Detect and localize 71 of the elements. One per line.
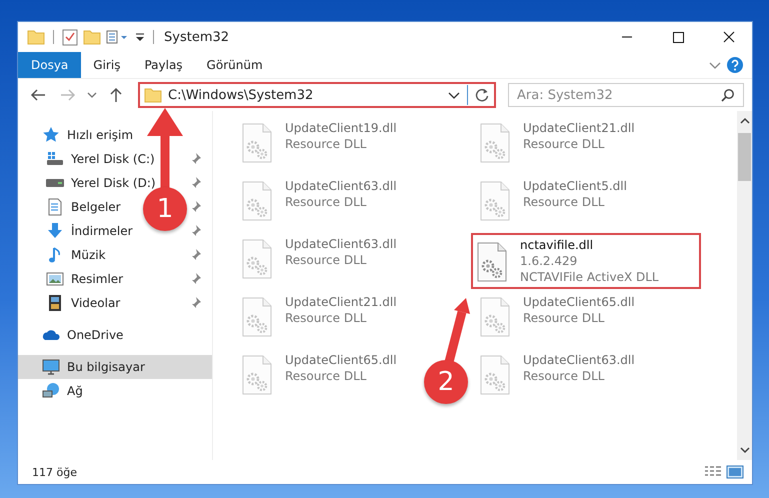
file-description: Resource DLL	[285, 253, 368, 267]
document-icon	[46, 198, 64, 216]
file-name[interactable]: UpdateClient5.dll	[523, 179, 627, 193]
file-description: Resource DLL	[285, 137, 368, 151]
video-icon	[46, 294, 64, 312]
search-icon[interactable]	[721, 88, 735, 102]
file-item[interactable]: UpdateClient63.dll Resource DLL	[235, 175, 403, 233]
file-description: Resource DLL	[285, 195, 368, 209]
sidebar-item[interactable]: Bu bilgisayar	[18, 355, 212, 379]
help-icon[interactable]	[726, 56, 744, 74]
scrollbar-thumb[interactable]	[738, 133, 751, 181]
file-description: Resource DLL	[285, 311, 368, 325]
sidebar-item[interactable]: Yerel Disk (C:)	[71, 152, 155, 166]
file-name[interactable]: UpdateClient65.dll	[285, 353, 397, 367]
file-name[interactable]: UpdateClient19.dll	[285, 121, 397, 135]
file-version: 1.6.2.429	[520, 254, 578, 268]
file-item[interactable]: UpdateClient63.dll Resource DLL	[235, 233, 403, 291]
sidebar-item[interactable]: Hızlı erişim	[18, 123, 212, 147]
file-item[interactable]: UpdateClient19.dll Resource DLL	[235, 117, 403, 175]
folder-icon	[144, 86, 162, 104]
refresh-icon[interactable]	[474, 87, 490, 103]
file-name[interactable]: UpdateClient63.dll	[285, 237, 397, 251]
large-icons-view-icon[interactable]	[726, 465, 744, 479]
file-item[interactable]: UpdateClient63.dll Resource DLL	[473, 349, 641, 407]
file-description: NCTAVIFile ActiveX DLL	[520, 270, 659, 284]
file-description: Resource DLL	[523, 369, 606, 383]
file-item[interactable]: UpdateClient65.dll Resource DLL	[473, 291, 641, 349]
address-bar[interactable]: C:\Windows\System32	[138, 82, 496, 108]
address-path: C:\Windows\System32	[168, 88, 314, 102]
folder-icon[interactable]	[27, 28, 45, 46]
file-description: Resource DLL	[523, 311, 606, 325]
properties-icon[interactable]	[62, 28, 78, 46]
ribbon-tab[interactable]: Dosya	[18, 52, 82, 78]
window-title: System32	[164, 30, 230, 44]
item-count: 117 öğe	[32, 466, 77, 478]
scrollbar[interactable]	[737, 111, 752, 460]
drive-c-icon	[46, 150, 64, 168]
file-name[interactable]: UpdateClient21.dll	[523, 121, 635, 135]
search-field[interactable]: Ara: System32	[508, 83, 744, 107]
file-description: Resource DLL	[523, 137, 606, 151]
sidebar-item[interactable]: İndirmeler	[71, 224, 133, 238]
file-icon[interactable]	[476, 242, 508, 282]
file-name[interactable]: UpdateClient63.dll	[285, 179, 397, 193]
file-name[interactable]: nctavifile.dll	[520, 238, 659, 252]
download-icon	[46, 222, 64, 240]
file-item[interactable]: UpdateClient21.dll Resource DLL	[235, 291, 403, 349]
sidebar-item[interactable]: Müzik	[71, 248, 106, 262]
file-name[interactable]: UpdateClient21.dll	[285, 295, 397, 309]
ribbon-tab[interactable]: Giriş	[81, 52, 132, 78]
sidebar-item[interactable]: Videolar	[71, 296, 120, 310]
computer-icon	[42, 358, 60, 376]
file-name[interactable]: UpdateClient63.dll	[523, 353, 635, 367]
ribbon-tab[interactable]: Görünüm	[194, 52, 275, 78]
star-icon	[42, 126, 60, 144]
sidebar-item[interactable]: OneDrive	[18, 323, 212, 347]
file-item[interactable]: UpdateClient65.dll Resource DLL	[235, 349, 403, 407]
file-item[interactable]: UpdateClient5.dll Resource DLL	[473, 175, 633, 233]
pictures-icon	[46, 270, 64, 288]
view-options-icon[interactable]	[106, 28, 130, 46]
sidebar-item[interactable]: Ağ	[18, 379, 212, 403]
new-folder-icon[interactable]	[83, 28, 101, 46]
file-item[interactable]: UpdateClient21.dll Resource DLL	[473, 117, 641, 175]
ribbon-tab[interactable]: Paylaş	[132, 52, 195, 78]
file-description: Resource DLL	[523, 195, 606, 209]
sidebar-item[interactable]: Resimler	[71, 272, 124, 286]
sidebar-item[interactable]: Yerel Disk (D:)	[71, 176, 156, 190]
network-icon	[42, 382, 60, 400]
file-name[interactable]: UpdateClient65.dll	[523, 295, 635, 309]
file-description: Resource DLL	[285, 369, 368, 383]
file-item[interactable]: nctavifile.dll 1.6.2.429 NCTAVIFile ActiveX DLL	[471, 233, 701, 289]
sidebar-item[interactable]: Belgeler	[71, 200, 121, 214]
